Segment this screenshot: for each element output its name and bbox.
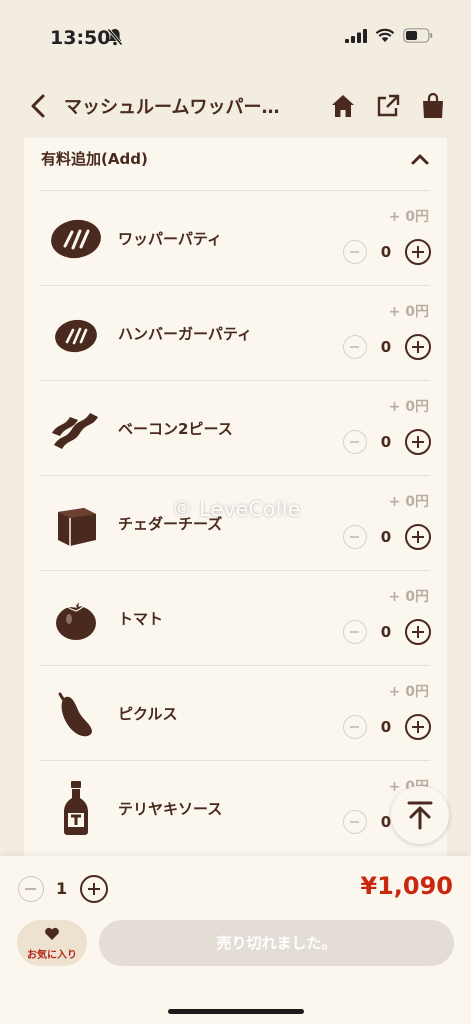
- item-price: + 0円: [388, 399, 429, 415]
- item-price: + 0円: [388, 494, 429, 510]
- item-price: + 0円: [388, 209, 429, 225]
- increment-button[interactable]: [405, 524, 431, 550]
- quantity-stepper: 0: [343, 429, 431, 455]
- increment-button[interactable]: [405, 714, 431, 740]
- status-time: 13:50: [50, 27, 111, 49]
- quantity-stepper: 0: [343, 524, 431, 550]
- status-bar: 13:50: [0, 0, 471, 70]
- increment-button[interactable]: [405, 619, 431, 645]
- item-price: + 0円: [388, 684, 429, 700]
- small-patty-icon: [55, 319, 97, 353]
- item-quantity: 0: [380, 718, 392, 736]
- scroll-to-top-button[interactable]: [391, 786, 449, 844]
- item-name: トマト: [118, 610, 164, 628]
- order-decrement-button[interactable]: [18, 876, 44, 902]
- signal-icon: [345, 28, 367, 43]
- increment-button[interactable]: [405, 239, 431, 265]
- order-quantity: 1: [56, 879, 68, 898]
- section-header[interactable]: 有料追加(Add): [24, 138, 447, 190]
- chevron-up-icon[interactable]: [411, 152, 429, 166]
- back-icon[interactable]: [26, 92, 50, 120]
- decrement-button[interactable]: [343, 620, 367, 644]
- sauce-bottle-icon: [64, 781, 88, 835]
- home-icon[interactable]: [329, 92, 357, 120]
- total-price: ¥1,090: [360, 872, 453, 900]
- item-quantity: 0: [380, 433, 392, 451]
- favorite-label: お気に入り: [27, 950, 77, 961]
- decrement-button[interactable]: [343, 430, 367, 454]
- item-price: + 0円: [388, 304, 429, 320]
- list-item: ベーコン2ピース + 0円 0: [24, 380, 447, 475]
- quantity-stepper: 0: [343, 239, 431, 265]
- item-quantity: 0: [380, 243, 392, 261]
- item-name: テリヤキソース: [118, 800, 223, 818]
- decrement-button[interactable]: [343, 525, 367, 549]
- list-item: トマト + 0円 0: [24, 570, 447, 665]
- order-increment-button[interactable]: [80, 875, 108, 903]
- item-name: ピクルス: [118, 705, 178, 723]
- list-item: ピクルス + 0円 0: [24, 665, 447, 760]
- pickle-icon: [58, 692, 92, 737]
- item-quantity: 0: [380, 623, 392, 641]
- decrement-button[interactable]: [343, 810, 367, 834]
- decrement-button[interactable]: [343, 240, 367, 264]
- heart-icon: [45, 927, 59, 940]
- tomato-icon: [56, 597, 96, 640]
- item-name: ワッパーパティ: [118, 230, 222, 248]
- arrow-up-to-top-icon: [407, 801, 433, 830]
- bell-off-icon: [107, 28, 123, 46]
- decrement-button[interactable]: [343, 335, 367, 359]
- order-footer: 1 ¥1,090 お気に入り 売り切れました。: [0, 856, 471, 1024]
- cheese-icon: [58, 508, 96, 546]
- favorite-button[interactable]: お気に入り: [17, 920, 87, 966]
- battery-icon: [403, 28, 433, 43]
- patty-icon: [51, 219, 101, 259]
- list-item: ハンバーガーパティ + 0円 0: [24, 285, 447, 380]
- list-item: テリヤキソース + 0円 0: [24, 760, 447, 855]
- item-price: + 0円: [388, 589, 429, 605]
- section-title: 有料追加(Add): [41, 150, 148, 168]
- quantity-stepper: 0: [343, 619, 431, 645]
- home-indicator: [168, 1009, 304, 1014]
- quantity-stepper: 0: [343, 334, 431, 360]
- bacon-icon: [52, 413, 98, 449]
- wifi-icon: [375, 28, 395, 42]
- share-icon[interactable]: [374, 92, 402, 120]
- shopping-bag-icon[interactable]: [419, 92, 447, 120]
- nav-bar: マッシュルームワッパー…: [0, 82, 471, 130]
- sold-out-button[interactable]: 売り切れました。: [99, 920, 454, 966]
- watermark: © LeveColle: [172, 497, 301, 521]
- increment-button[interactable]: [405, 429, 431, 455]
- increment-button[interactable]: [405, 334, 431, 360]
- list-item: ワッパーパティ + 0円 0: [24, 190, 447, 285]
- item-quantity: 0: [380, 528, 392, 546]
- page-title: マッシュルームワッパー…: [64, 97, 280, 118]
- decrement-button[interactable]: [343, 715, 367, 739]
- item-name: ハンバーガーパティ: [118, 325, 252, 343]
- list-item: チェダーチーズ + 0円 0: [24, 475, 447, 570]
- item-quantity: 0: [380, 338, 392, 356]
- item-name: ベーコン2ピース: [118, 420, 233, 438]
- quantity-stepper: 0: [343, 714, 431, 740]
